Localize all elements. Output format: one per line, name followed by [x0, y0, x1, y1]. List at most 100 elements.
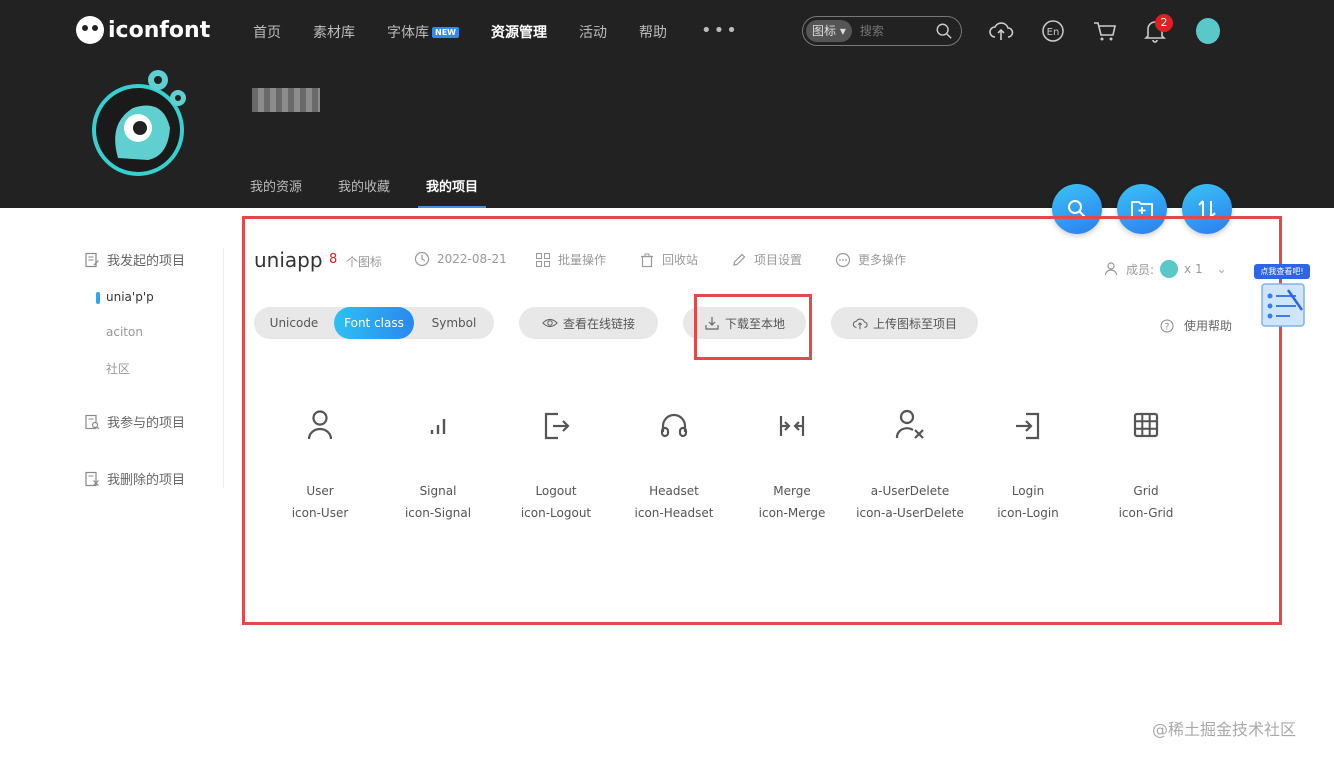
project-settings-button[interactable]: 项目设置 — [731, 251, 802, 268]
project-date: 2022-08-21 — [414, 251, 507, 267]
feedback-widget[interactable]: 点我查看吧! — [1254, 264, 1314, 332]
icon-name: Grid — [1133, 484, 1159, 498]
download-local-button[interactable]: 下载至本地 — [683, 307, 806, 339]
download-label: 下载至本地 — [724, 316, 785, 331]
logo[interactable]: iconfont — [76, 16, 210, 44]
settings-label: 项目设置 — [754, 253, 803, 267]
icon-class: icon-User — [291, 506, 349, 520]
help-label: 使用帮助 — [1184, 319, 1233, 333]
sidebar-group-deleted[interactable]: 我删除的项目 — [84, 469, 185, 488]
nav-resources[interactable]: 资源管理 — [491, 22, 547, 42]
icon-card[interactable]: Login icon-Login — [970, 408, 1086, 524]
grid-batch-icon — [536, 252, 550, 267]
icon-card[interactable]: Headset icon-Headset — [616, 408, 732, 524]
more-menu-icon[interactable]: ••• — [701, 20, 739, 41]
project-sidebar: 我发起的项目 unia'p'p aciton 社区 我参与的项目 我删除的项目 — [84, 248, 224, 488]
language-icon[interactable]: En — [1040, 18, 1066, 44]
top-navbar: iconfont 首页 素材库 字体库 NEW 资源管理 活动 帮助 ••• 图标… — [0, 0, 1334, 64]
help-circle-icon: ? — [1160, 319, 1174, 332]
nav-label: 首页 — [253, 25, 281, 41]
sidebar-group-label: 我发起的项目 — [107, 254, 186, 269]
fab-new-folder-button[interactable] — [1117, 184, 1167, 234]
search-box: 图标 ▾ — [802, 16, 962, 46]
cart-icon[interactable] — [1092, 18, 1118, 44]
icon-card[interactable]: Signal icon-Signal — [380, 408, 496, 524]
icon-card[interactable]: Grid icon-Grid — [1088, 408, 1204, 524]
search-input[interactable] — [859, 24, 920, 38]
nav-home[interactable]: 首页 — [253, 22, 281, 42]
tab-unicode[interactable]: Unicode — [254, 307, 334, 339]
icon-card[interactable]: Logout icon-Logout — [498, 408, 614, 524]
signal-icon — [430, 419, 446, 434]
icon-class: icon-Logout — [520, 506, 592, 520]
sidebar-group-created[interactable]: 我发起的项目 — [84, 250, 185, 269]
sidebar-item-community[interactable]: 社区 — [106, 360, 130, 377]
eye-icon — [542, 318, 558, 328]
nav-label: 活动 — [578, 25, 607, 41]
more-label: 更多操作 — [858, 253, 907, 267]
icon-class: icon-Signal — [404, 506, 472, 520]
sidebar-item-uniapp[interactable]: unia'p'p — [96, 290, 154, 304]
subtab-my-favorites[interactable]: 我的收藏 — [338, 176, 390, 195]
members-count: x 1 — [1184, 262, 1203, 276]
logout-icon — [544, 412, 570, 440]
icon-card[interactable]: a-UserDelete icon-a-UserDelete — [852, 408, 968, 524]
more-operations-button[interactable]: 更多操作 — [835, 251, 906, 268]
document-delete-icon — [85, 471, 99, 486]
icon-card[interactable]: User icon-User — [262, 408, 378, 524]
chevron-down-icon: ⌄ — [1216, 262, 1227, 276]
icon-card[interactable]: Merge icon-Merge — [734, 408, 850, 524]
search-type-select[interactable]: 图标 ▾ — [806, 20, 852, 42]
batch-operation-button[interactable]: 批量操作 — [535, 251, 606, 268]
icon-class: icon-Grid — [1118, 506, 1174, 520]
search-icon[interactable] — [935, 22, 953, 40]
project-members[interactable]: 成员: x 1 ⌄ — [1104, 260, 1227, 278]
icon-count: 8 — [329, 252, 338, 267]
nav-help[interactable]: 帮助 — [639, 22, 667, 42]
recycle-bin-button[interactable]: 回收站 — [639, 251, 698, 268]
profile-subtabs: 我的资源 我的收藏 我的项目 — [250, 176, 514, 208]
clipboard-icon — [1261, 283, 1305, 327]
user-icon — [307, 410, 333, 440]
pencil-icon — [733, 253, 746, 266]
member-avatar — [1160, 260, 1179, 278]
icon-name: Login — [1011, 484, 1045, 498]
subtab-my-resources[interactable]: 我的资源 — [250, 176, 302, 195]
main-nav: 首页 素材库 字体库 NEW 资源管理 活动 帮助 — [253, 22, 699, 42]
nav-activity[interactable]: 活动 — [579, 22, 607, 42]
new-badge: NEW — [432, 26, 459, 38]
icon-name: User — [306, 484, 334, 498]
icon-class: icon-a-UserDelete — [856, 506, 964, 520]
members-icon — [1104, 262, 1118, 276]
tab-symbol[interactable]: Symbol — [414, 307, 494, 339]
icon-class: icon-Login — [997, 506, 1059, 520]
nav-label: 资源管理 — [490, 25, 547, 41]
icon-class: icon-Headset — [634, 506, 714, 520]
upload-to-project-button[interactable]: 上传图标至项目 — [831, 307, 978, 339]
sidebar-item-aciton[interactable]: aciton — [106, 325, 143, 339]
login-icon — [1016, 412, 1040, 440]
subtab-my-projects[interactable]: 我的项目 — [418, 176, 487, 208]
view-online-link-button[interactable]: 查看在线链接 — [519, 307, 658, 339]
profile-header: iconfont 首页 素材库 字体库 NEW 资源管理 活动 帮助 ••• 图标… — [0, 0, 1334, 208]
project-title: uniapp — [254, 248, 323, 272]
user-avatar[interactable] — [1196, 18, 1220, 44]
upload-cloud-icon[interactable] — [988, 18, 1014, 44]
sidebar-group-joined[interactable]: 我参与的项目 — [84, 412, 185, 431]
search-type-label: 图标 — [812, 24, 837, 38]
usage-help-link[interactable]: ? 使用帮助 — [1160, 317, 1232, 334]
fab-sort-button[interactable] — [1182, 184, 1232, 234]
nav-materials[interactable]: 素材库 — [313, 22, 355, 42]
batch-label: 批量操作 — [558, 253, 607, 267]
fab-search-button[interactable] — [1052, 184, 1102, 234]
logo-icon — [76, 16, 104, 44]
upload-label: 上传图标至项目 — [872, 316, 957, 331]
nav-fonts[interactable]: 字体库 NEW — [387, 22, 459, 42]
upload-cloud-icon — [852, 318, 868, 330]
tab-font-class[interactable]: Font class — [334, 307, 414, 339]
language-label: En — [1047, 27, 1060, 38]
icon-name: a-UserDelete — [870, 484, 950, 498]
logo-text: iconfont — [108, 17, 211, 43]
members-label: 成员: — [1126, 262, 1155, 277]
format-tabs: Unicode Font class Symbol — [254, 307, 494, 339]
